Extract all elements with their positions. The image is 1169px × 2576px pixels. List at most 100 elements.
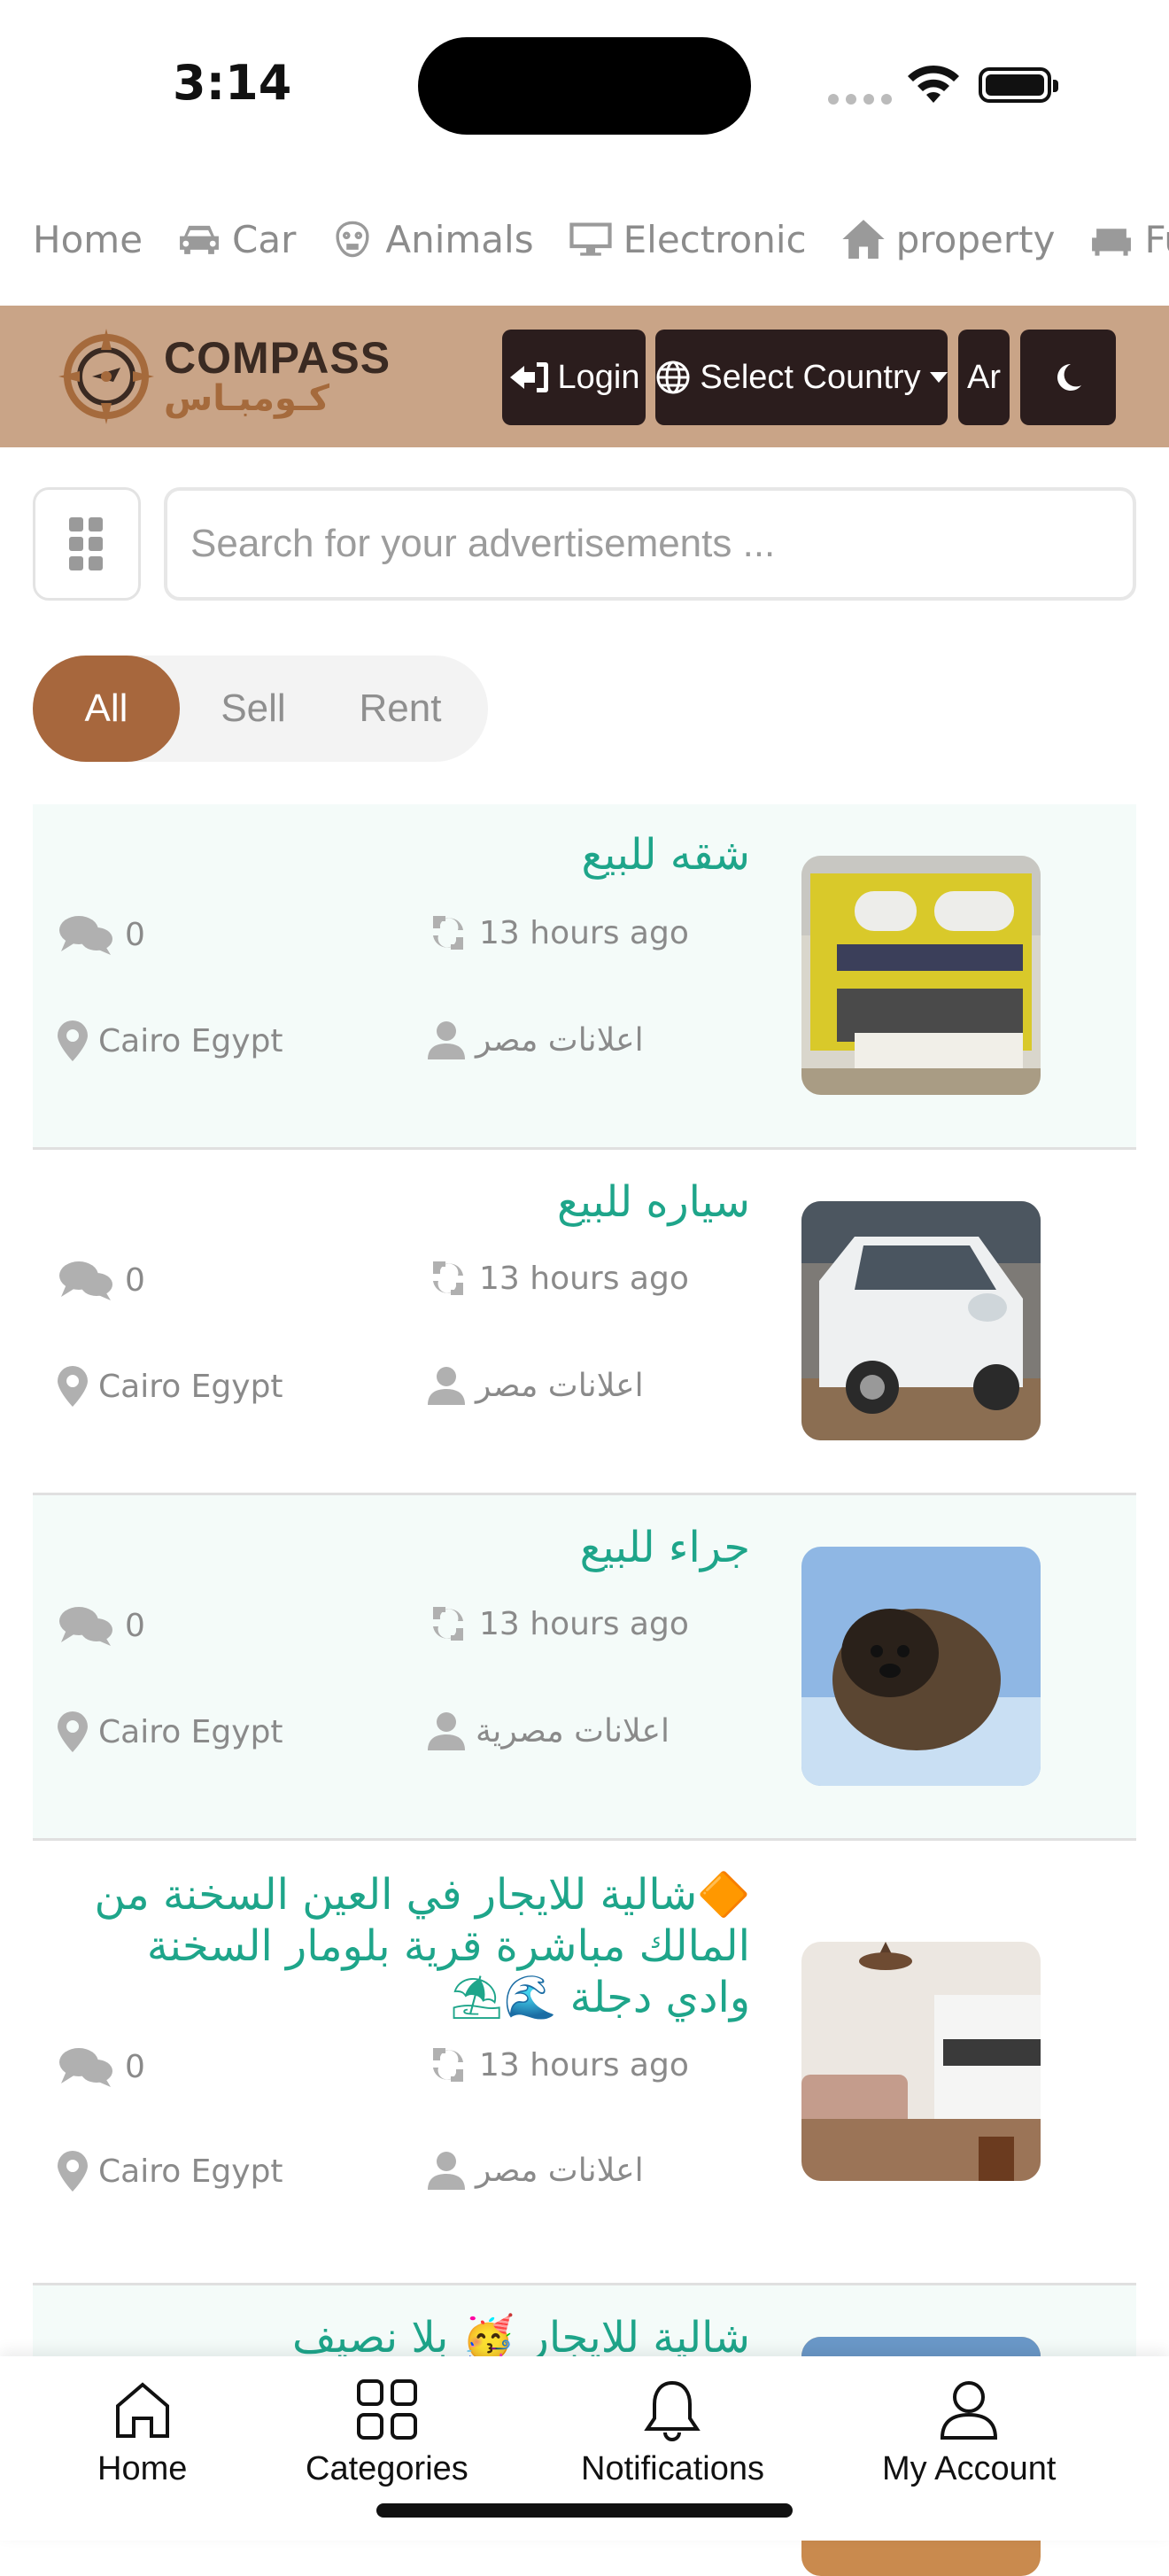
- login-button[interactable]: Login: [502, 330, 646, 425]
- login-icon: [509, 362, 548, 392]
- signal-icon: [828, 94, 892, 105]
- animal-icon: [336, 221, 369, 258]
- nav-my-account-label: My Account: [882, 2450, 1057, 2487]
- moon-icon: [1057, 364, 1081, 391]
- category-furniture[interactable]: Fur: [1055, 215, 1169, 263]
- listing-title[interactable]: سياره للبيع: [59, 1176, 750, 1228]
- sofa-icon: [1092, 229, 1132, 256]
- language-label: Ar: [967, 358, 1001, 396]
- listing-location: Cairo Egypt: [58, 1020, 283, 1061]
- comments-icon: [59, 916, 112, 955]
- brand-header: COMPASS كـومبـاس Login Select Country Ar: [0, 306, 1169, 447]
- dynamic-island: [418, 37, 751, 135]
- category-label: property: [895, 217, 1056, 261]
- listing-location: Cairo Egypt: [58, 1711, 283, 1752]
- posted-time: 13 hours ago: [428, 2045, 689, 2085]
- category-electronic[interactable]: Electronic: [534, 215, 807, 263]
- listing-title[interactable]: جراء للبيع: [59, 1522, 750, 1573]
- select-country-dropdown[interactable]: Select Country: [655, 330, 948, 425]
- car-icon: [180, 225, 219, 254]
- category-animals[interactable]: Animals: [296, 215, 534, 263]
- category-menu-button[interactable]: [33, 487, 141, 601]
- posted-time: 13 hours ago: [428, 912, 689, 953]
- bell-icon: [644, 2380, 701, 2441]
- home-indicator: [376, 2503, 793, 2518]
- category-property[interactable]: property: [807, 215, 1056, 263]
- listing-author: اعلانات مصر: [428, 2151, 644, 2190]
- category-label: Car: [232, 217, 297, 261]
- status-time: 3:14: [173, 55, 292, 111]
- grid-icon: [356, 2379, 417, 2440]
- refresh-icon: [433, 1607, 463, 1641]
- tab-sell[interactable]: Sell: [180, 656, 327, 762]
- brand-name-en: COMPASS: [164, 333, 391, 383]
- dark-mode-toggle[interactable]: [1020, 330, 1116, 425]
- listing-title[interactable]: 🔶شالية للايجار في العين السخنة من المالك…: [59, 1869, 750, 2023]
- user-icon: [428, 1712, 465, 1750]
- user-icon: [428, 2152, 465, 2190]
- posted-time: 13 hours ago: [428, 1258, 689, 1299]
- car-photo: [801, 1201, 1041, 1440]
- language-button[interactable]: Ar: [958, 330, 1010, 425]
- listing-item[interactable]: 🔶شالية للايجار في العين السخنة من المالك…: [33, 1841, 1136, 2285]
- comments-icon: [59, 1607, 112, 1646]
- map-pin-icon: [58, 1711, 88, 1752]
- caret-down-icon: [929, 372, 948, 383]
- user-icon: [941, 2381, 998, 2440]
- refresh-icon: [433, 916, 463, 950]
- nav-my-account[interactable]: My Account: [882, 2374, 1056, 2488]
- refresh-icon: [433, 1261, 463, 1295]
- listing-image[interactable]: [801, 1942, 1041, 2181]
- map-pin-icon: [58, 1020, 88, 1061]
- house-icon: [842, 220, 885, 259]
- listing-image[interactable]: [801, 1201, 1041, 1440]
- tab-all[interactable]: All: [33, 656, 180, 762]
- nav-home[interactable]: Home: [97, 2374, 187, 2488]
- user-icon: [428, 1021, 465, 1059]
- listing-author: اعلانات مصر: [428, 1020, 644, 1059]
- compass-logo: [58, 329, 154, 424]
- nav-notifications[interactable]: Notifications: [581, 2374, 764, 2488]
- chalet-interior-photo: [801, 1942, 1041, 2181]
- user-icon: [428, 1367, 465, 1405]
- listing-image[interactable]: [801, 1547, 1041, 1786]
- listing-item[interactable]: جراء للبيع 0 13 hours ago Cairo Egypt اع…: [33, 1495, 1136, 1841]
- map-pin-icon: [58, 2151, 88, 2192]
- listing-item[interactable]: شقه للبيع 0 13 hours ago Cairo Egypt اعل…: [33, 804, 1136, 1150]
- select-country-label: Select Country: [700, 358, 921, 396]
- listing-location: Cairo Egypt: [58, 1366, 283, 1407]
- category-home[interactable]: Home: [0, 218, 143, 261]
- bunk-bed-photo: [801, 856, 1041, 1095]
- nav-home-label: Home: [97, 2450, 188, 2487]
- comment-count: 0: [58, 912, 145, 957]
- globe-icon: [656, 361, 690, 394]
- search-input[interactable]: [164, 487, 1136, 601]
- listing-type-tabs: All Sell Rent: [33, 656, 488, 762]
- category-label: Animals: [385, 217, 534, 261]
- comments-icon: [59, 2048, 112, 2087]
- comments-icon: [59, 1261, 112, 1300]
- category-car[interactable]: Car: [143, 215, 296, 263]
- puppy-photo: [801, 1547, 1041, 1786]
- status-bar: 3:14: [0, 0, 1169, 168]
- category-label: Electronic: [623, 217, 807, 261]
- refresh-icon: [433, 2048, 463, 2082]
- home-icon: [115, 2382, 169, 2438]
- tab-rent[interactable]: Rent: [327, 656, 474, 762]
- category-label: Fur: [1144, 217, 1169, 261]
- monitor-icon: [569, 222, 612, 256]
- listing-author: اعلانات مصر: [428, 1366, 644, 1405]
- brand-name-ar: كـومبـاس: [164, 378, 329, 419]
- listing-author: اعلانات مصرية: [428, 1711, 670, 1750]
- nav-notifications-label: Notifications: [581, 2450, 764, 2487]
- posted-time: 13 hours ago: [428, 1603, 689, 1644]
- listing-title[interactable]: شقه للبيع: [59, 829, 750, 881]
- listing-item[interactable]: سياره للبيع 0 13 hours ago Cairo Egypt ا…: [33, 1150, 1136, 1495]
- login-label: Login: [557, 358, 640, 396]
- category-bar[interactable]: Home Car Animals Electronic property Fur: [0, 199, 1169, 279]
- listing-image[interactable]: [801, 856, 1041, 1095]
- nav-categories[interactable]: Categories: [306, 2374, 468, 2488]
- comment-count: 0: [58, 1603, 145, 1648]
- comment-count: 0: [58, 1258, 145, 1302]
- grid-icon: [69, 517, 103, 570]
